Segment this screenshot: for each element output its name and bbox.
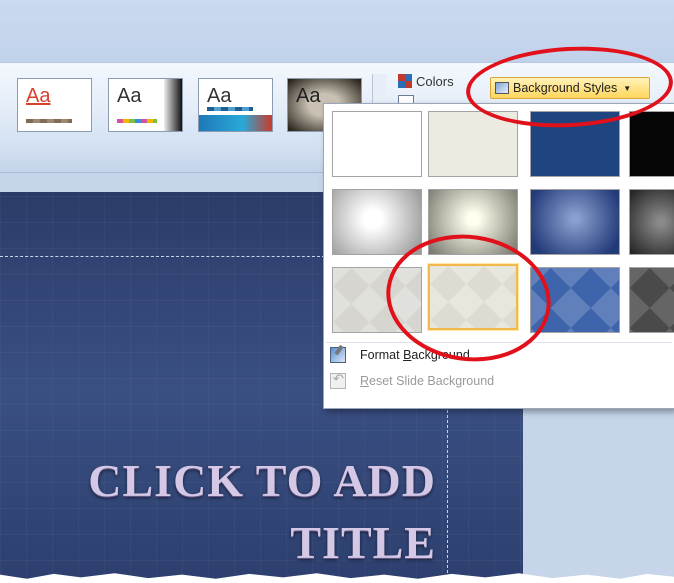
title-placeholder-guide-vertical bbox=[447, 400, 448, 583]
background-style-9[interactable] bbox=[332, 267, 422, 333]
slide-title-line-1: CLICK TO ADD bbox=[88, 455, 436, 506]
theme-color-bar bbox=[207, 107, 253, 111]
theme-color-bar bbox=[117, 119, 157, 123]
format-background-item[interactable]: Format Background bbox=[330, 344, 670, 366]
powerpoint-window: Aa Aa Aa Aa Colors Background Styles ▼ C… bbox=[0, 0, 674, 583]
menu-divider bbox=[326, 342, 672, 343]
title-placeholder-guide bbox=[0, 256, 330, 257]
colors-label: Colors bbox=[416, 73, 454, 89]
background-styles-icon bbox=[495, 82, 509, 94]
theme-accent bbox=[164, 79, 182, 131]
theme-thumbnail-3[interactable]: Aa bbox=[198, 78, 273, 132]
theme-wave bbox=[199, 115, 272, 131]
background-style-3[interactable] bbox=[530, 111, 620, 177]
background-style-8[interactable] bbox=[629, 189, 674, 255]
background-style-1[interactable] bbox=[332, 111, 422, 177]
background-style-6[interactable] bbox=[428, 189, 518, 255]
reset-slide-background-item[interactable]: Reset Slide Background bbox=[330, 370, 670, 392]
theme-thumbnail-office[interactable]: Aa bbox=[17, 78, 92, 132]
background-style-5[interactable] bbox=[332, 189, 422, 255]
slide-title-placeholder[interactable]: CLICK TO ADD TITLE bbox=[16, 450, 436, 574]
background-styles-label: Background Styles bbox=[513, 81, 618, 95]
paint-bucket-icon bbox=[330, 347, 346, 363]
colors-icon bbox=[398, 74, 412, 88]
background-style-7[interactable] bbox=[530, 189, 620, 255]
slide-title-line-2: TITLE bbox=[290, 517, 436, 568]
reset-slide-background-label: Reset Slide Background bbox=[360, 374, 495, 388]
theme-label: Aa bbox=[117, 85, 142, 107]
background-style-4[interactable] bbox=[629, 111, 674, 177]
theme-label: Aa bbox=[207, 85, 232, 107]
background-style-10-selected[interactable] bbox=[427, 263, 519, 331]
background-styles-gallery: Format Background Reset Slide Background bbox=[323, 103, 674, 409]
chevron-down-icon: ▼ bbox=[623, 83, 632, 93]
background-styles-button[interactable]: Background Styles ▼ bbox=[490, 77, 650, 99]
theme-label: Aa bbox=[296, 85, 321, 107]
format-background-label: Format Background bbox=[360, 348, 470, 362]
background-style-11[interactable] bbox=[530, 267, 620, 333]
theme-label: Aa bbox=[26, 85, 51, 107]
background-style-2[interactable] bbox=[428, 111, 518, 177]
theme-color-bar bbox=[26, 119, 72, 123]
background-style-12[interactable] bbox=[629, 267, 674, 333]
theme-thumbnail-2[interactable]: Aa bbox=[108, 78, 183, 132]
reset-icon bbox=[330, 371, 346, 389]
colors-button[interactable]: Colors bbox=[398, 72, 454, 90]
ribbon-tab-bar bbox=[0, 0, 674, 62]
